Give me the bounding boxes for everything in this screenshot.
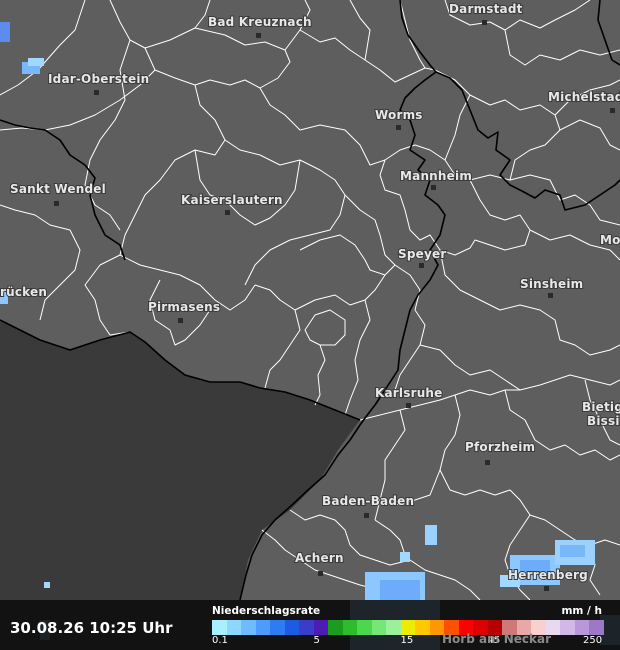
radar-map: Bad Kreuznach Darmstadt Idar-Oberstein M…: [0, 0, 620, 650]
city-label-pforzheim: Pforzheim: [465, 440, 535, 454]
city-label-bad-kreuznach: Bad Kreuznach: [208, 15, 312, 29]
legend-swatch: [299, 620, 314, 635]
city-label-mannheim: Mannheim: [400, 169, 472, 183]
legend-unit: mm / h: [561, 605, 602, 617]
legend-swatch: [255, 620, 270, 635]
city-dot: [548, 293, 553, 298]
legend-swatch: [357, 620, 372, 635]
legend-swatch: [212, 620, 227, 635]
city-label-horb-am-neckar: Horb am Neckar: [442, 632, 552, 646]
legend-swatch: [342, 620, 357, 635]
city-label-bietig: Bietig: [582, 400, 620, 414]
bottom-info-bar: 30.08.26 10:25 Uhr Niederschlagsrate mm …: [0, 600, 620, 650]
legend-swatch: [241, 620, 256, 635]
city-dot: [419, 263, 424, 268]
city-dot: [485, 460, 490, 465]
legend-tick-label: 15: [400, 635, 414, 646]
legend-swatch: [371, 620, 386, 635]
legend-swatch: [560, 620, 575, 635]
city-dot: [256, 33, 261, 38]
city-label-bissi: Bissi: [587, 414, 620, 428]
legend-tick-label: 250: [583, 635, 603, 646]
legend-swatch: [400, 620, 415, 635]
legend-swatch: [415, 620, 430, 635]
city-label-baden-baden: Baden-Baden: [322, 494, 414, 508]
city-dot: [178, 318, 183, 323]
city-label-karlsruhe: Karlsruhe: [375, 386, 443, 400]
city-dot: [544, 586, 549, 591]
city-label-sinsheim: Sinsheim: [520, 277, 583, 291]
legend-tick-label: 0.1: [212, 635, 228, 646]
legend-swatch: [328, 620, 343, 635]
city-dot: [364, 513, 369, 518]
city-label-darmstadt: Darmstadt: [449, 2, 523, 16]
city-dot: [396, 125, 401, 130]
legend-swatch: [226, 620, 241, 635]
city-dot: [94, 90, 99, 95]
city-dot: [482, 20, 487, 25]
city-label-worms: Worms: [375, 108, 423, 122]
city-dot: [318, 571, 323, 576]
city-label-speyer: Speyer: [398, 247, 446, 261]
city-label-ruecken: rücken: [0, 285, 47, 299]
legend-swatch: [313, 620, 328, 635]
city-label-kaiserslautern: Kaiserslautern: [181, 193, 283, 207]
legend-swatch: [589, 620, 604, 635]
city-dot: [54, 201, 59, 206]
legend-swatch: [284, 620, 299, 635]
city-label-mo: Mo: [600, 233, 620, 247]
city-dot: [431, 185, 436, 190]
city-dot: [406, 403, 411, 408]
city-label-achern: Achern: [295, 551, 344, 565]
city-label-idar-oberstein: Idar-Oberstein: [48, 72, 149, 86]
city-dot: [610, 108, 615, 113]
city-label-pirmasens: Pirmasens: [148, 300, 220, 314]
legend-swatch: [270, 620, 285, 635]
city-label-michelstadt: Michelstadt: [548, 90, 620, 104]
city-label-sankt-wendel: Sankt Wendel: [10, 182, 106, 196]
legend-title: Niederschlagsrate: [212, 605, 321, 617]
legend-tick-label: 5: [313, 635, 320, 646]
city-dot: [225, 210, 230, 215]
legend-swatch: [386, 620, 401, 635]
timestamp: 30.08.26 10:25 Uhr: [10, 619, 173, 637]
legend-swatch: [574, 620, 589, 635]
city-label-herrenberg: Herrenberg: [508, 568, 588, 582]
